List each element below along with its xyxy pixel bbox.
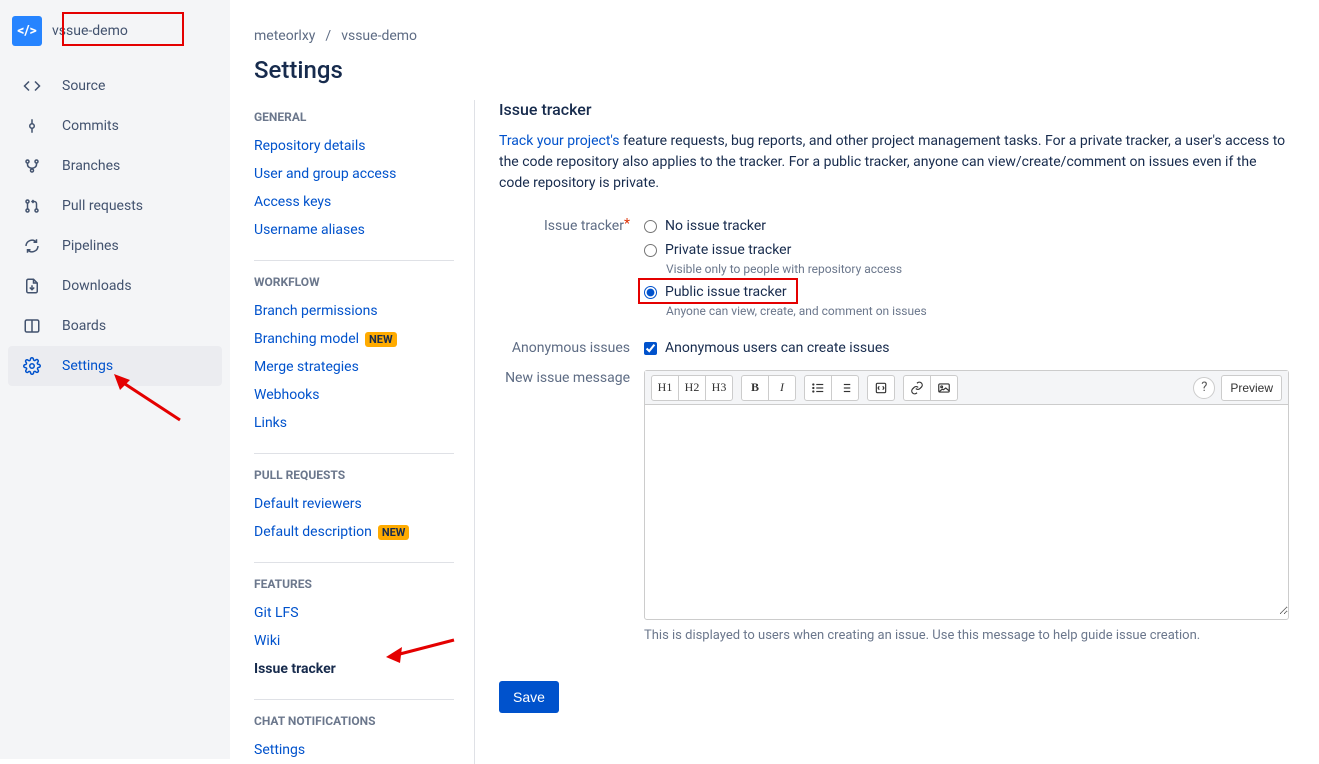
section-pull-requests: PULL REQUESTS [254,453,454,482]
sidebar-item-label: Commits [62,118,119,134]
main: meteorlxy / vssue-demo Settings GENERAL … [230,0,1319,759]
setlink-wiki[interactable]: Wiki [254,627,454,655]
download-icon [22,277,42,295]
setlink-user-group-access[interactable]: User and group access [254,160,454,188]
breadcrumb-owner[interactable]: meteorlxy [254,28,315,44]
editor-hint: This is displayed to users when creating… [644,628,1289,643]
tool-image-icon[interactable] [930,375,958,401]
branch-icon [22,157,42,175]
setlink-branch-permissions[interactable]: Branch permissions [254,297,454,325]
section-features: FEATURES [254,562,454,591]
panel-description: Track your project's feature requests, b… [499,131,1289,194]
editor-textarea[interactable] [645,405,1288,615]
label-new-issue-msg: New issue message [499,370,644,643]
new-badge: NEW [365,332,397,347]
tool-code-icon[interactable] [867,375,895,401]
breadcrumb-repo[interactable]: vssue-demo [341,28,417,44]
radio-public-tracker[interactable]: Public issue tracker [644,284,1289,300]
sidebar-item-settings[interactable]: Settings [8,346,222,386]
setlink-chat-settings[interactable]: Settings [254,736,454,764]
sidebar-item-boards[interactable]: Boards [8,306,222,346]
setlink-merge-strategies[interactable]: Merge strategies [254,353,454,381]
setlink-default-description[interactable]: Default descriptionNEW [254,518,454,546]
sidebar-item-pull-requests[interactable]: Pull requests [8,186,222,226]
new-badge: NEW [378,525,410,540]
radio-private-tracker[interactable]: Private issue tracker [644,242,1289,258]
project-name: vssue-demo [52,23,128,39]
sidebar-item-pipelines[interactable]: Pipelines [8,226,222,266]
sidebar-item-label: Pipelines [62,238,119,254]
radio-input[interactable] [644,286,657,299]
panel-title: Issue tracker [499,100,1289,119]
save-button[interactable]: Save [499,681,559,713]
gear-icon [22,357,42,375]
tool-h2[interactable]: H2 [678,375,706,401]
board-icon [22,317,42,335]
setlink-access-keys[interactable]: Access keys [254,188,454,216]
setlink-issue-tracker[interactable]: Issue tracker [254,655,454,683]
setlink-username-aliases[interactable]: Username aliases [254,216,454,244]
sidebar-item-branches[interactable]: Branches [8,146,222,186]
section-general: GENERAL [254,110,454,124]
preview-button[interactable]: Preview [1221,375,1282,401]
sidebar-item-source[interactable]: Source [8,66,222,106]
tool-ol-icon[interactable] [831,375,859,401]
tool-help-icon[interactable]: ? [1193,377,1215,399]
label-anon: Anonymous issues [499,340,644,356]
code-icon: </> [12,16,42,46]
sidebar-item-label: Source [62,78,105,94]
sidebar-item-label: Pull requests [62,198,143,214]
sidebar-item-label: Branches [62,158,120,174]
setlink-branching-model[interactable]: Branching modelNEW [254,325,454,353]
radio-no-tracker[interactable]: No issue tracker [644,218,1289,234]
track-project-link[interactable]: Track your project's [499,133,620,149]
setlink-webhooks[interactable]: Webhooks [254,381,454,409]
label-issue-tracker: Issue tracker* [499,218,644,326]
sidebar-item-downloads[interactable]: Downloads [8,266,222,306]
sidebar-item-label: Settings [62,358,113,374]
tool-italic[interactable]: I [768,375,796,401]
hint-public: Anyone can view, create, and comment on … [666,304,1289,318]
setlink-default-reviewers[interactable]: Default reviewers [254,490,454,518]
checkbox-anon[interactable]: Anonymous users can create issues [644,340,1289,356]
tool-bold[interactable]: B [741,375,769,401]
editor-toolbar: H1 H2 H3 B I [645,371,1288,405]
sidebar: </> vssue-demo Source Commits Branches P… [0,0,230,759]
section-chat: CHAT NOTIFICATIONS [254,699,454,728]
tool-link-icon[interactable] [903,375,931,401]
setlink-git-lfs[interactable]: Git LFS [254,599,454,627]
hint-private: Visible only to people with repository a… [666,262,1289,276]
project-header[interactable]: </> vssue-demo [12,16,218,46]
setlink-links[interactable]: Links [254,409,454,437]
tool-h1[interactable]: H1 [651,375,679,401]
tool-ul-icon[interactable] [804,375,832,401]
sidebar-item-commits[interactable]: Commits [8,106,222,146]
setlink-repository-details[interactable]: Repository details [254,132,454,160]
content-panel: Issue tracker Track your project's featu… [474,100,1319,764]
code-icon [22,77,42,95]
editor: H1 H2 H3 B I [644,370,1289,620]
page-title: Settings [254,56,1319,84]
sidebar-item-label: Downloads [62,278,132,294]
pipeline-icon [22,237,42,255]
sidebar-item-label: Boards [62,318,106,334]
pullrequest-icon [22,197,42,215]
radio-input[interactable] [644,244,657,257]
breadcrumb: meteorlxy / vssue-demo [254,28,1319,44]
settings-nav: GENERAL Repository details User and grou… [254,100,474,764]
tool-h3[interactable]: H3 [705,375,733,401]
radio-input[interactable] [644,220,657,233]
section-workflow: WORKFLOW [254,260,454,289]
nav-list: Source Commits Branches Pull requests Pi… [8,66,222,386]
checkbox-input[interactable] [644,342,657,355]
commit-icon [22,117,42,135]
breadcrumb-sep: / [325,28,331,44]
